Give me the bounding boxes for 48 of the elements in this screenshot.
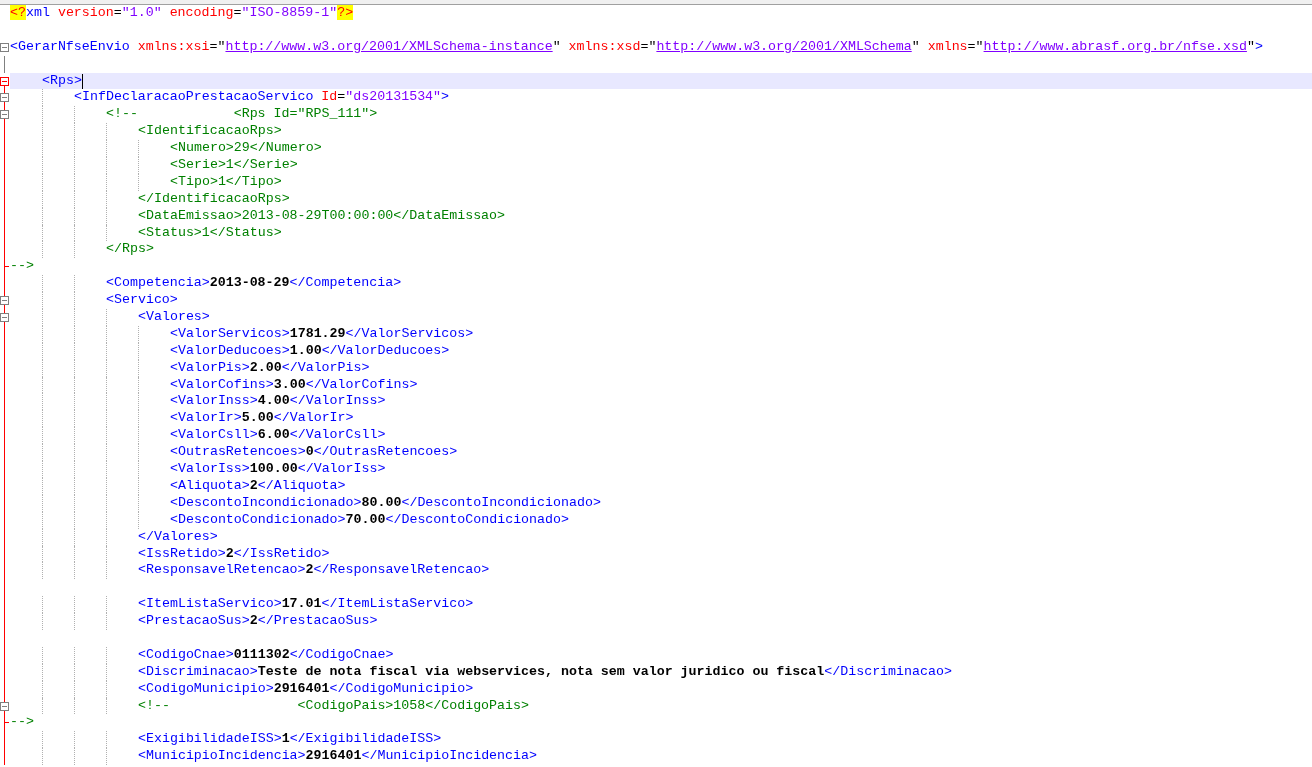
code-line: <DescontoIncondicionado>80.00</DescontoIncondicionado> — [10, 494, 601, 512]
code-line: <Rps> — [41, 72, 82, 90]
code-line: </IdentificacaoRps> — [10, 190, 290, 208]
code-line: <?xml version="1.0" encoding="ISO-8859-1"?> — [10, 5, 354, 22]
code-line: <IdentificacaoRps> — [10, 123, 282, 141]
code-line: <Tipo>1</Tipo> — [10, 173, 282, 191]
code-line: <Serie>1</Serie> — [10, 157, 298, 174]
code-line: </Valores> — [10, 528, 218, 546]
fold-toggle-icon[interactable] — [0, 110, 9, 120]
code-line: <ResponsavelRetencao>2</ResponsavelRetencao> — [10, 562, 490, 580]
code-line: <Status>1</Status> — [10, 224, 282, 242]
fold-toggle-icon[interactable] — [0, 76, 9, 86]
code-line: <ItemListaServico>17.01</ItemListaServico> — [10, 596, 474, 614]
code-line: <CodigoCnae>0111302</CodigoCnae> — [10, 646, 394, 664]
code-line: <Competencia>2013-08-29</Competencia> — [10, 275, 402, 293]
code-line: <ValorIss>100.00</ValorIss> — [10, 461, 386, 478]
code-line: <!-- <Rps Id="RPS_111"> — [10, 106, 378, 124]
code-line: <InfDeclaracaoPrestacaoServico Id="ds20131534"> — [10, 89, 450, 107]
fold-toggle-icon[interactable] — [0, 313, 9, 323]
code-line: <Servico> — [10, 292, 178, 310]
code-line: <IssRetido>2</IssRetido> — [10, 545, 330, 563]
code-line: </Rps> — [10, 241, 154, 259]
code-line: <CodigoMunicipio>2916401</CodigoMunicipio> — [10, 680, 474, 698]
code-line: <PrestacaoSus>2</PrestacaoSus> — [10, 613, 378, 630]
code-line: <Discriminacao>Teste de nota fiscal via webservices, nota sem valor juridico ou fiscal</Discriminacao> — [10, 663, 952, 681]
code-line: <ExigibilidadeISS>1</ExigibilidadeISS> — [10, 731, 442, 749]
code-line: <ValorDeducoes>1.00</ValorDeducoes> — [10, 342, 450, 360]
fold-toggle-icon[interactable] — [0, 701, 9, 711]
code-line: <ValorCsll>6.00</ValorCsll> — [10, 427, 386, 445]
fold-toggle-icon[interactable] — [0, 42, 9, 52]
code-line: <Numero>29</Numero> — [10, 140, 322, 157]
code-line: <DataEmissao>2013-08-29T00:00:00</DataEmissao> — [10, 207, 506, 225]
code-line: <ValorServicos>1781.29</ValorServicos> — [10, 325, 474, 343]
code-line: <ValorInss>4.00</ValorInss> — [10, 393, 386, 411]
code-line: <OutrasRetencoes>0</OutrasRetencoes> — [10, 444, 458, 462]
code-line: <Valores> — [10, 309, 210, 326]
code-line: <DescontoCondicionado>70.00</DescontoCondicionado> — [10, 511, 569, 529]
fold-toggle-icon[interactable] — [0, 296, 9, 306]
code-line: <ValorPis>2.00</ValorPis> — [10, 359, 370, 377]
code-line: <MunicipioIncidencia>2916401</MunicipioIncidencia> — [10, 748, 537, 766]
code-line: <GerarNfseEnvio xmlns:xsi="http://www.w3.org/2001/XMLSchema-instance" xmlns:xsd="http://www.w3.org/2001/XMLSchema" xmlns="http://www.abrasf.org.br/nfse.xsd"> — [10, 38, 1263, 56]
code-line: <ValorIr>5.00</ValorIr> — [10, 410, 354, 428]
fold-toggle-icon[interactable] — [0, 93, 9, 103]
code-line: --> — [10, 258, 34, 276]
code-line: <Aliquota>2</Aliquota> — [10, 477, 346, 495]
code-line: --> — [10, 714, 34, 732]
code-line: <!-- <CodigoPais>1058</CodigoPais> — [10, 697, 529, 715]
code-line: <ValorCofins>3.00</ValorCofins> — [10, 376, 418, 394]
